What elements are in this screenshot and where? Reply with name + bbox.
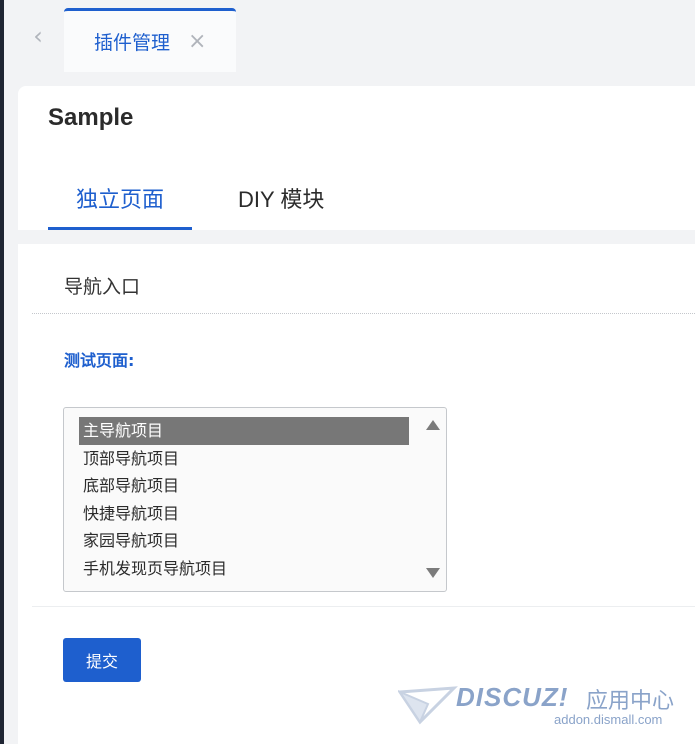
plugin-header-card: Sample 独立页面 DIY 模块 <box>18 86 695 230</box>
field-label: 测试页面: <box>64 351 135 370</box>
list-option[interactable]: 家园导航项目 <box>79 527 409 555</box>
tab-bar: ‹ 插件管理 × <box>4 0 695 72</box>
settings-card: 导航入口 测试页面: 主导航项目 顶部导航项目 底部导航项目 快捷导航项目 家园… <box>18 244 695 744</box>
listbox-scrollbar[interactable] <box>420 408 446 591</box>
listbox-options: 主导航项目 顶部导航项目 底部导航项目 快捷导航项目 家园导航项目 手机发现页导… <box>79 417 409 582</box>
watermark-suffix: 应用中心 <box>586 689 675 714</box>
back-chevron-icon[interactable]: ‹ <box>26 24 50 48</box>
list-option[interactable]: 底部导航项目 <box>79 472 409 500</box>
nav-position-listbox[interactable]: 主导航项目 顶部导航项目 底部导航项目 快捷导航项目 家园导航项目 手机发现页导… <box>63 407 447 592</box>
left-edge-strip <box>0 0 4 744</box>
list-option[interactable]: 主导航项目 <box>79 417 409 445</box>
list-option[interactable]: 顶部导航项目 <box>79 445 409 473</box>
list-option[interactable]: 快捷导航项目 <box>79 500 409 528</box>
divider <box>32 606 695 607</box>
dotted-divider <box>32 313 695 314</box>
tab-standalone-page[interactable]: 独立页面 <box>48 182 192 230</box>
scroll-down-arrow-icon[interactable] <box>426 568 440 578</box>
section-title: 导航入口 <box>64 276 141 298</box>
submit-button[interactable]: 提交 <box>63 638 141 682</box>
list-option[interactable]: 手机发现页导航项目 <box>79 555 409 583</box>
page-title: Sample <box>48 104 134 131</box>
scroll-up-arrow-icon[interactable] <box>426 420 440 430</box>
discuz-watermark: DISCUZ! 应用中心 addon.dismall.com <box>398 682 688 730</box>
close-icon[interactable]: × <box>188 30 206 53</box>
watermark-brand: DISCUZ! <box>456 682 569 712</box>
watermark-url: addon.dismall.com <box>554 712 663 727</box>
tab-label: 插件管理 <box>94 32 171 54</box>
tab-diy-module[interactable]: DIY 模块 <box>238 182 324 230</box>
tab-plugin-management[interactable]: 插件管理 × <box>64 8 236 72</box>
paper-plane-icon <box>398 686 458 725</box>
